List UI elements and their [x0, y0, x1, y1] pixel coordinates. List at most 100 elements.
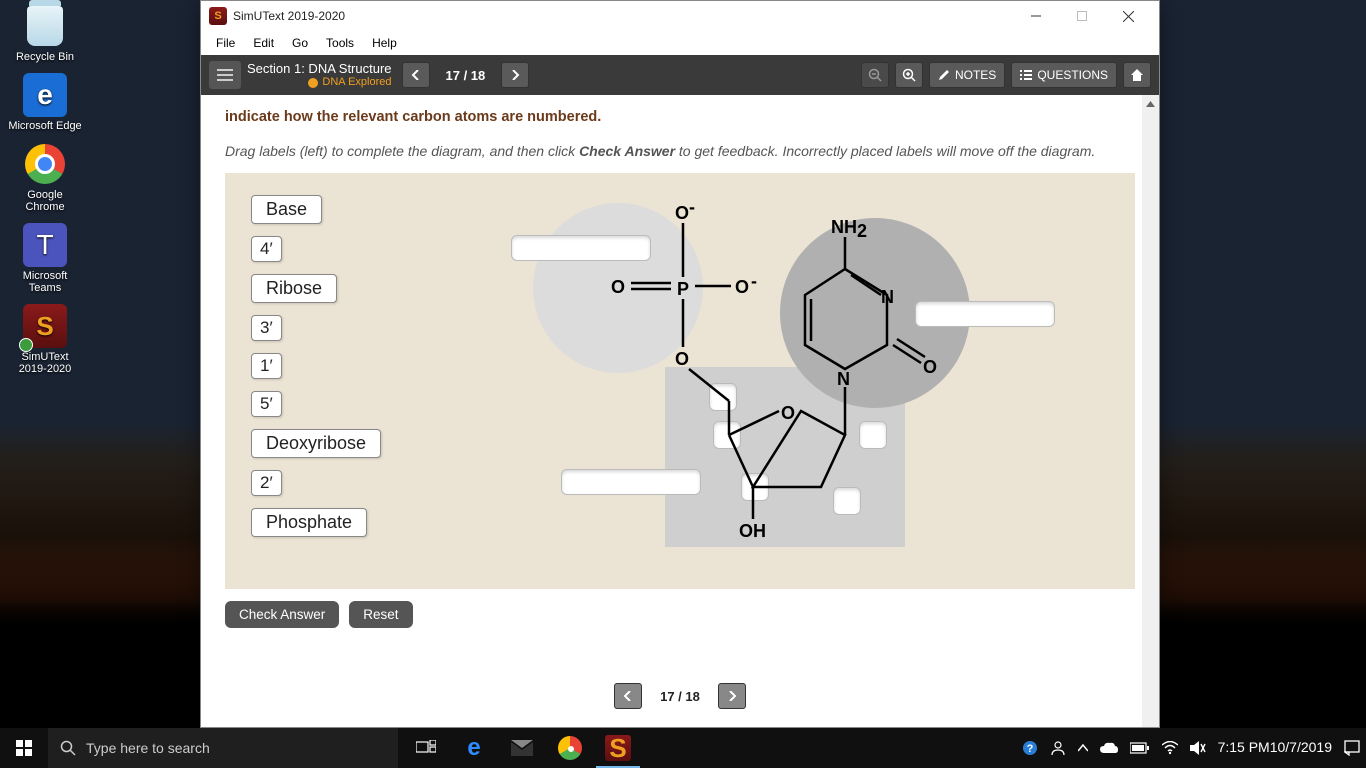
page-indicator: 17 / 18 — [436, 68, 496, 83]
svg-text:O: O — [781, 403, 795, 423]
svg-text:-: - — [689, 197, 695, 217]
tray-chevron-up[interactable] — [1072, 728, 1094, 768]
svg-text:N: N — [881, 287, 894, 307]
recycle-bin-icon — [23, 4, 67, 48]
svg-text:O: O — [675, 349, 689, 369]
drag-label-5prime[interactable]: 5′ — [251, 391, 282, 417]
teams-icon: T — [23, 223, 67, 267]
taskbar-simutext[interactable] — [594, 728, 642, 768]
notes-button[interactable]: NOTES — [929, 62, 1005, 88]
menu-tools[interactable]: Tools — [317, 33, 363, 53]
search-icon — [60, 740, 76, 756]
tray-time: 7:15 PM — [1218, 739, 1270, 757]
tray-help[interactable]: ? — [1016, 728, 1044, 768]
svg-text:N: N — [837, 369, 850, 389]
nucleotide-diagram: O - P O O - O O — [505, 187, 1065, 587]
edge-icon: e — [23, 73, 67, 117]
tray-notifications[interactable] — [1338, 728, 1366, 768]
system-tray: ? 7:15 PM 10/7/2019 — [1016, 728, 1366, 768]
svg-text:OH: OH — [739, 521, 766, 541]
menu-file[interactable]: File — [207, 33, 244, 53]
desktop-icon-simutext[interactable]: SimUText 2019-2020 — [7, 304, 83, 375]
drag-label-base[interactable]: Base — [251, 195, 322, 224]
menu-bar: File Edit Go Tools Help — [201, 31, 1159, 55]
desktop-icon-recycle-bin[interactable]: Recycle Bin — [7, 4, 83, 63]
desktop-icons: Recycle Bin e Microsoft Edge Google Chro… — [0, 0, 90, 385]
home-button[interactable] — [1123, 62, 1151, 88]
close-button[interactable] — [1105, 1, 1151, 31]
section-title-text: Section 1: DNA Structure — [247, 61, 392, 77]
taskbar: Type here to search e ? 7:15 PM 10/7/201… — [0, 728, 1366, 768]
prev-page-button[interactable] — [402, 62, 430, 88]
tray-volume[interactable] — [1184, 728, 1212, 768]
label-palette: Base 4′ Ribose 3′ 1′ 5′ Deoxyribose 2′ P… — [251, 195, 381, 537]
desktop-icon-label: SimUText 2019-2020 — [7, 351, 83, 375]
toolbar: Section 1: DNA Structure DNA Explored 17… — [201, 55, 1159, 95]
desktop-icon-label: Recycle Bin — [7, 51, 83, 63]
taskbar-task-view[interactable] — [402, 728, 450, 768]
taskbar-search[interactable]: Type here to search — [48, 728, 398, 768]
hamburger-button[interactable] — [209, 61, 241, 89]
list-icon — [1020, 69, 1032, 81]
section-subtitle: DNA Explored — [247, 76, 392, 89]
svg-text:O: O — [675, 203, 689, 223]
desktop-icon-chrome[interactable]: Google Chrome — [7, 142, 83, 213]
desktop-icon-label: Google Chrome — [7, 189, 83, 213]
svg-text:O: O — [923, 357, 937, 377]
tray-date: 10/7/2019 — [1270, 739, 1332, 757]
menu-edit[interactable]: Edit — [244, 33, 283, 53]
home-icon — [1130, 68, 1144, 82]
window-controls — [1013, 1, 1151, 31]
check-answer-button[interactable]: Check Answer — [225, 601, 339, 628]
reset-button[interactable]: Reset — [349, 601, 412, 628]
tray-onedrive[interactable] — [1094, 728, 1124, 768]
desktop-icon-label: Microsoft Edge — [7, 120, 83, 132]
section-header: Section 1: DNA Structure DNA Explored — [247, 61, 392, 90]
zoom-in-button[interactable] — [895, 62, 923, 88]
drag-label-deoxyribose[interactable]: Deoxyribose — [251, 429, 381, 458]
activity-panel: Base 4′ Ribose 3′ 1′ 5′ Deoxyribose 2′ P… — [225, 173, 1135, 589]
maximize-button[interactable] — [1059, 1, 1105, 31]
footer-prev-button[interactable] — [614, 683, 642, 709]
svg-text:P: P — [677, 279, 689, 299]
svg-text:O: O — [611, 277, 625, 297]
drag-label-3prime[interactable]: 3′ — [251, 315, 282, 341]
svg-text:-: - — [751, 271, 757, 291]
pencil-icon — [938, 69, 950, 81]
footer-page-indicator: 17 / 18 — [650, 689, 710, 704]
instruction-heading: indicate how the relevant carbon atoms a… — [225, 109, 1135, 125]
svg-text:NH2: NH2 — [831, 217, 867, 241]
taskbar-mail[interactable] — [498, 728, 546, 768]
zoom-out-button[interactable] — [861, 62, 889, 88]
footer-next-button[interactable] — [718, 683, 746, 709]
tray-battery[interactable] — [1124, 728, 1156, 768]
svg-text:O: O — [735, 277, 749, 297]
desktop-icon-teams[interactable]: T Microsoft Teams — [7, 223, 83, 294]
menu-go[interactable]: Go — [283, 33, 317, 53]
minimize-button[interactable] — [1013, 1, 1059, 31]
drag-label-ribose[interactable]: Ribose — [251, 274, 337, 303]
taskbar-edge[interactable]: e — [450, 728, 498, 768]
tray-clock[interactable]: 7:15 PM 10/7/2019 — [1212, 728, 1338, 768]
windows-icon — [16, 740, 32, 756]
start-button[interactable] — [0, 728, 48, 768]
app-icon: S — [209, 7, 227, 25]
next-page-button[interactable] — [501, 62, 529, 88]
drag-label-phosphate[interactable]: Phosphate — [251, 508, 367, 537]
simutext-icon — [23, 304, 67, 348]
tray-people[interactable] — [1044, 728, 1072, 768]
drag-label-2prime[interactable]: 2′ — [251, 470, 282, 496]
questions-button[interactable]: QUESTIONS — [1011, 62, 1117, 88]
chrome-icon — [23, 142, 67, 186]
tray-wifi[interactable] — [1156, 728, 1184, 768]
taskbar-chrome[interactable] — [546, 728, 594, 768]
search-placeholder: Type here to search — [86, 740, 210, 756]
window-title: SimUText 2019-2020 — [233, 9, 345, 23]
menu-help[interactable]: Help — [363, 33, 406, 53]
titlebar[interactable]: S SimUText 2019-2020 — [201, 1, 1159, 31]
drag-label-1prime[interactable]: 1′ — [251, 353, 282, 379]
desktop-icon-label: Microsoft Teams — [7, 270, 83, 294]
instruction-text: Drag labels (left) to complete the diagr… — [225, 143, 1135, 159]
drag-label-4prime[interactable]: 4′ — [251, 236, 282, 262]
desktop-icon-edge[interactable]: e Microsoft Edge — [7, 73, 83, 132]
